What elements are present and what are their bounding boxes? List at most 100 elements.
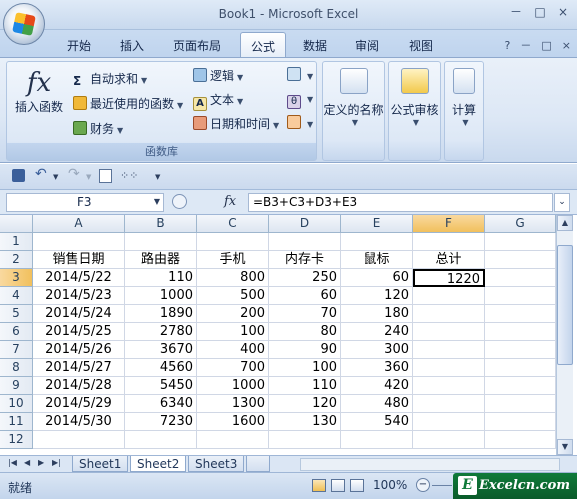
customize-qat-icon[interactable]: ▼ xyxy=(155,173,160,181)
minimize-button[interactable]: － xyxy=(506,4,526,22)
sheet-tab-2[interactable]: Sheet2 xyxy=(130,456,187,472)
horizontal-scrollbar[interactable] xyxy=(300,458,560,471)
scroll-thumb[interactable] xyxy=(557,245,573,365)
cell-a4[interactable]: 2014/5/23 xyxy=(33,287,125,305)
normal-view-icon[interactable] xyxy=(312,479,326,492)
cell-d8[interactable]: 100 xyxy=(269,359,341,377)
more-functions-button[interactable]: ▼ xyxy=(287,115,313,130)
zoom-slider[interactable] xyxy=(432,485,452,486)
cell-b11[interactable]: 7230 xyxy=(125,413,197,431)
first-sheet-icon[interactable]: |◀ xyxy=(8,458,17,467)
save-icon[interactable] xyxy=(12,169,25,182)
page-layout-view-icon[interactable] xyxy=(331,479,345,492)
select-all-corner[interactable] xyxy=(0,215,33,233)
help-icon[interactable]: ? xyxy=(505,39,511,52)
row-header-3[interactable]: 3 xyxy=(0,269,33,287)
worksheet-grid[interactable]: A B C D E F G 1 2 销售日期 路由器 手机 内存卡 鼠标 总计 3 2014/5/22 110 80… xyxy=(0,215,556,455)
column-header-c[interactable]: C xyxy=(197,215,269,233)
logical-button[interactable]: 逻辑 ▼ xyxy=(193,67,243,84)
cell-e12[interactable] xyxy=(341,431,413,449)
cell-c3[interactable]: 800 xyxy=(197,269,269,287)
sheet-tab-1[interactable]: Sheet1 xyxy=(72,456,129,472)
close-button[interactable]: × xyxy=(553,4,573,22)
defined-names-button[interactable]: 定义的名称 ▼ xyxy=(323,68,384,127)
insert-sheet-icon[interactable] xyxy=(246,456,270,472)
cell-e2[interactable]: 鼠标 xyxy=(341,251,413,269)
redo-icon[interactable]: ↷ xyxy=(68,166,80,182)
insert-function-icon[interactable]: fx xyxy=(224,194,236,209)
name-box[interactable]: F3 xyxy=(6,193,164,212)
tab-formulas[interactable]: 公式 xyxy=(240,32,287,57)
row-header-6[interactable]: 6 xyxy=(0,323,33,341)
cell-e9[interactable]: 420 xyxy=(341,377,413,395)
cell-b12[interactable] xyxy=(125,431,197,449)
cell-d6[interactable]: 80 xyxy=(269,323,341,341)
recent-functions-button[interactable]: 最近使用的函数 ▼ xyxy=(73,95,183,112)
scroll-up-icon[interactable]: ▲ xyxy=(557,215,573,231)
row-header-5[interactable]: 5 xyxy=(0,305,33,323)
cell-f1[interactable] xyxy=(413,233,485,251)
cell-e3[interactable]: 60 xyxy=(341,269,413,287)
cell-c12[interactable] xyxy=(197,431,269,449)
column-header-g[interactable]: G xyxy=(485,215,556,233)
tab-data[interactable]: 数据 xyxy=(303,37,327,54)
cell-b9[interactable]: 5450 xyxy=(125,377,197,395)
tab-page-layout[interactable]: 页面布局 xyxy=(173,37,221,54)
cell-b1[interactable] xyxy=(125,233,197,251)
cell-a8[interactable]: 2014/5/27 xyxy=(33,359,125,377)
cell-e8[interactable]: 360 xyxy=(341,359,413,377)
column-header-e[interactable]: E xyxy=(341,215,413,233)
cell-c4[interactable]: 500 xyxy=(197,287,269,305)
column-header-f[interactable]: F xyxy=(413,215,485,233)
cell-a10[interactable]: 2014/5/29 xyxy=(33,395,125,413)
minimize-doc-icon[interactable]: － xyxy=(520,39,531,52)
cell-g4[interactable] xyxy=(485,287,556,305)
active-cell[interactable]: 1220 xyxy=(413,269,485,287)
cell-f4[interactable] xyxy=(413,287,485,305)
row-header-12[interactable]: 12 xyxy=(0,431,33,449)
zoom-level[interactable]: 100% xyxy=(373,478,407,492)
calculation-button[interactable]: 计算 ▼ xyxy=(445,68,483,127)
cell-b5[interactable]: 1890 xyxy=(125,305,197,323)
text-button[interactable]: A 文本 ▼ xyxy=(193,91,243,111)
cell-d9[interactable]: 110 xyxy=(269,377,341,395)
tab-review[interactable]: 审阅 xyxy=(355,37,379,54)
cell-f8[interactable] xyxy=(413,359,485,377)
cell-g3[interactable] xyxy=(485,269,556,287)
row-header-1[interactable]: 1 xyxy=(0,233,33,251)
row-header-4[interactable]: 4 xyxy=(0,287,33,305)
cell-b6[interactable]: 2780 xyxy=(125,323,197,341)
maximize-button[interactable]: □ xyxy=(530,4,550,22)
tab-insert[interactable]: 插入 xyxy=(120,37,144,54)
vertical-scrollbar[interactable]: ▲ ▼ xyxy=(556,215,573,455)
prev-sheet-icon[interactable]: ◀ xyxy=(24,458,30,467)
cell-c9[interactable]: 1000 xyxy=(197,377,269,395)
cell-c2[interactable]: 手机 xyxy=(197,251,269,269)
cell-c10[interactable]: 1300 xyxy=(197,395,269,413)
last-sheet-icon[interactable]: ▶| xyxy=(52,458,61,467)
cell-b4[interactable]: 1000 xyxy=(125,287,197,305)
cell-f12[interactable] xyxy=(413,431,485,449)
cell-b10[interactable]: 6340 xyxy=(125,395,197,413)
cell-a3[interactable]: 2014/5/22 xyxy=(33,269,125,287)
row-header-2[interactable]: 2 xyxy=(0,251,33,269)
formula-auditing-button[interactable]: 公式审核 ▼ xyxy=(389,68,440,127)
formula-auditing-group[interactable]: 公式审核 ▼ xyxy=(388,61,441,161)
cell-c5[interactable]: 200 xyxy=(197,305,269,323)
cell-b8[interactable]: 4560 xyxy=(125,359,197,377)
cell-c11[interactable]: 1600 xyxy=(197,413,269,431)
row-header-10[interactable]: 10 xyxy=(0,395,33,413)
tab-home[interactable]: 开始 xyxy=(67,37,91,54)
cell-f7[interactable] xyxy=(413,341,485,359)
cell-a2[interactable]: 销售日期 xyxy=(33,251,125,269)
cell-d2[interactable]: 内存卡 xyxy=(269,251,341,269)
cell-c1[interactable] xyxy=(197,233,269,251)
cell-e11[interactable]: 540 xyxy=(341,413,413,431)
cell-d3[interactable]: 250 xyxy=(269,269,341,287)
cell-g9[interactable] xyxy=(485,377,556,395)
financial-button[interactable]: 财务 ▼ xyxy=(73,120,123,137)
cell-g12[interactable] xyxy=(485,431,556,449)
redo-dropdown-icon[interactable]: ▼ xyxy=(86,173,91,181)
datetime-button[interactable]: 日期和时间 ▼ xyxy=(193,115,279,132)
cell-c8[interactable]: 700 xyxy=(197,359,269,377)
